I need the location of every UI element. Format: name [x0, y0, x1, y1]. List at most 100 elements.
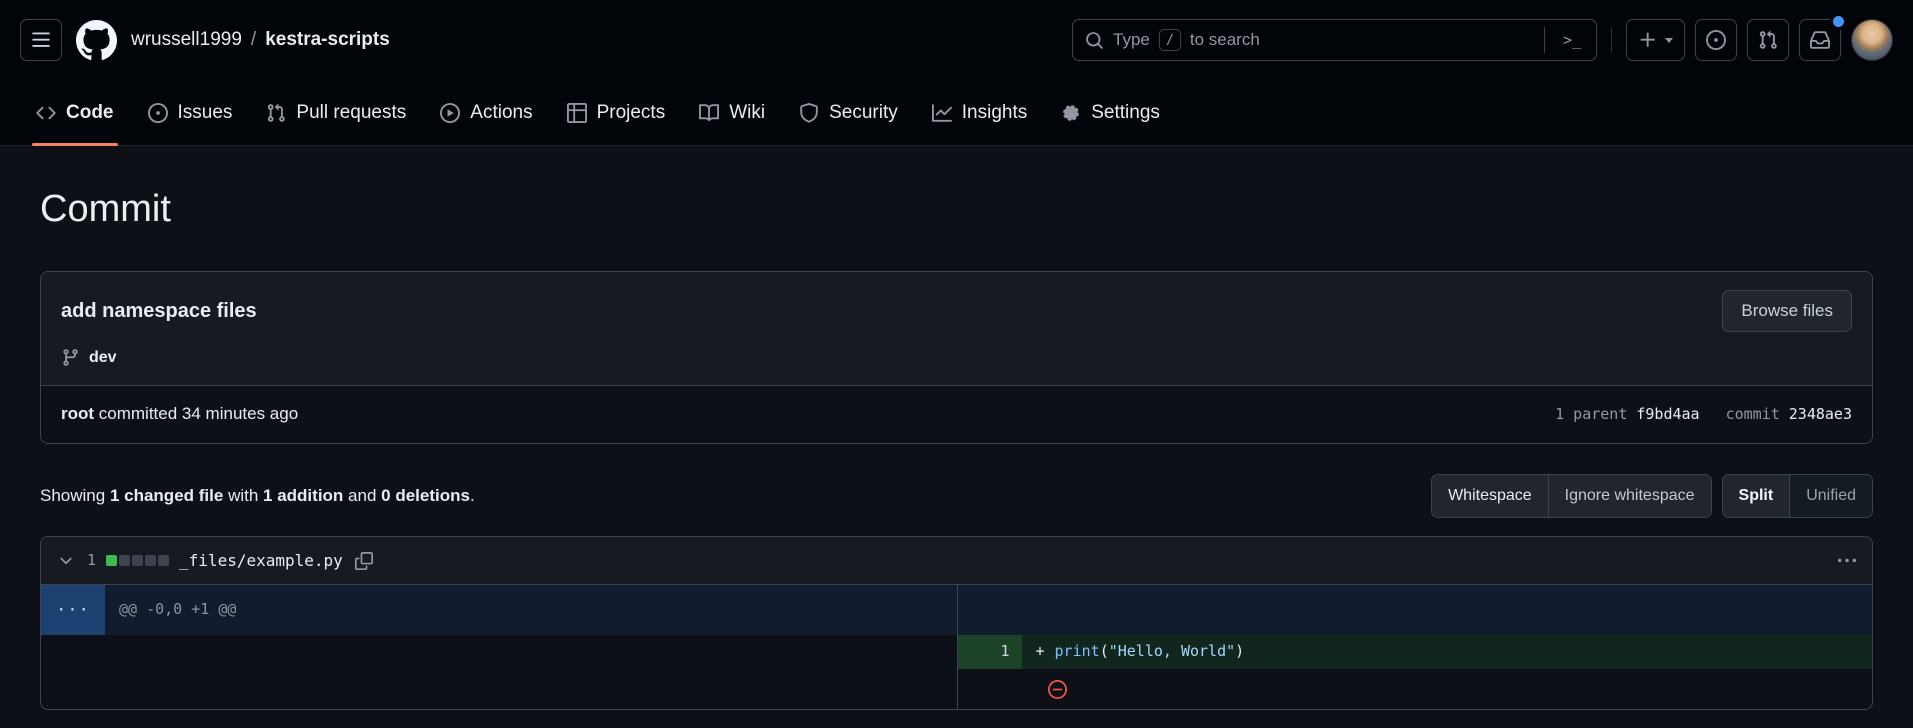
diff-view-controls: Whitespace Ignore whitespace Split Unifi… — [1431, 474, 1873, 518]
summary-changed-files: 1 changed file — [110, 486, 223, 505]
split-view-button[interactable]: Split — [1723, 475, 1790, 517]
settings-icon — [1061, 103, 1081, 123]
file-options-button[interactable] — [1836, 550, 1858, 572]
commit-box: add namespace files Browse files dev roo… — [40, 271, 1873, 444]
file-header: 1 _files/example.py — [41, 537, 1872, 585]
code-punct: ( — [1100, 641, 1109, 663]
changed-lines-count: 1 — [87, 550, 96, 572]
branch-link[interactable]: dev — [89, 346, 117, 369]
tab-label: Insights — [962, 99, 1027, 127]
summary-and: and — [348, 486, 376, 505]
commit-page: Commit add namespace files Browse files … — [0, 146, 1913, 710]
parent-sha-link[interactable]: f9bd4aa — [1636, 404, 1699, 426]
code-string: "Hello, World" — [1109, 641, 1235, 663]
security-icon — [799, 103, 819, 123]
commit-sha: 2348ae3 — [1789, 404, 1852, 426]
summary-additions: 1 addition — [263, 486, 343, 505]
summary-showing: Showing — [40, 486, 105, 505]
plus-icon — [1638, 30, 1658, 50]
diff-file-box: 1 _files/example.py ··· @@ -0,0 +1 @@ — [40, 536, 1873, 710]
tab-projects[interactable]: Projects — [555, 80, 678, 145]
hamburger-menu-button[interactable] — [20, 19, 62, 61]
unread-notifications-indicator — [1833, 16, 1844, 27]
diffstat — [106, 555, 169, 566]
diff-summary: Showing 1 changed file with 1 addition a… — [40, 484, 475, 509]
tab-insights[interactable]: Insights — [920, 80, 1039, 145]
diffstat-square — [158, 555, 169, 566]
branch-row: dev — [61, 346, 1852, 369]
expand-hunk-button[interactable]: ··· — [41, 585, 105, 635]
notifications-button[interactable] — [1799, 19, 1841, 61]
tab-label: Security — [829, 99, 898, 127]
unified-view-button[interactable]: Unified — [1789, 475, 1872, 517]
global-header: wrussell1999 / kestra-scripts Type / to … — [0, 0, 1913, 80]
user-avatar-button[interactable] — [1851, 19, 1893, 61]
copy-icon — [355, 552, 373, 570]
tab-issues[interactable]: Issues — [136, 80, 245, 145]
issues-dashboard-button[interactable] — [1695, 19, 1737, 61]
commit-meta: root committed 34 minutes ago 1 parent f… — [41, 385, 1872, 443]
kebab-icon — [1838, 552, 1856, 570]
create-new-button[interactable] — [1626, 19, 1685, 61]
tab-security[interactable]: Security — [787, 80, 910, 145]
caret-down-icon — [1665, 38, 1673, 43]
diffstat-square-addition — [106, 555, 117, 566]
commit-sha-info: 1 parent f9bd4aa commit 2348ae3 — [1555, 404, 1852, 426]
actions-icon — [440, 103, 460, 123]
slash-key-hint: / — [1159, 29, 1181, 51]
search-input[interactable]: Type / to search >_ — [1072, 19, 1597, 61]
summary-period: . — [470, 486, 475, 505]
tab-label: Wiki — [729, 99, 765, 127]
whitespace-button[interactable]: Whitespace — [1432, 475, 1548, 517]
parent-label: 1 parent — [1555, 404, 1627, 426]
added-code-line: +print("Hello, World") — [1022, 635, 1873, 669]
pull-requests-dashboard-button[interactable] — [1747, 19, 1789, 61]
hunk-header: @@ -0,0 +1 @@ — [105, 585, 957, 635]
split-diff: ··· @@ -0,0 +1 @@ 1 + print("Hello, World… — [41, 585, 1872, 709]
tab-actions[interactable]: Actions — [428, 80, 544, 145]
projects-icon — [567, 103, 587, 123]
breadcrumb-owner-link[interactable]: wrussell1999 — [131, 26, 242, 54]
line-number[interactable]: 1 — [958, 635, 1022, 669]
file-path-link[interactable]: _files/example.py — [179, 549, 343, 572]
inbox-icon — [1810, 30, 1830, 50]
summary-with: with — [228, 486, 258, 505]
hunk-row: ··· @@ -0,0 +1 @@ — [41, 585, 1872, 635]
whitespace-group: Whitespace Ignore whitespace — [1431, 474, 1711, 518]
tab-wiki[interactable]: Wiki — [687, 80, 777, 145]
code-icon — [36, 103, 56, 123]
breadcrumb-repo-link[interactable]: kestra-scripts — [265, 26, 390, 54]
tab-code[interactable]: Code — [24, 80, 126, 145]
tab-label: Issues — [178, 99, 233, 127]
tab-label: Code — [66, 99, 114, 127]
collapse-file-button[interactable] — [55, 550, 77, 572]
hamburger-menu-icon — [31, 30, 51, 50]
ignore-whitespace-button[interactable]: Ignore whitespace — [1548, 475, 1711, 517]
commit-author-line: root committed 34 minutes ago — [61, 402, 298, 427]
copy-path-button[interactable] — [353, 550, 375, 572]
commit-label: commit — [1726, 404, 1780, 426]
tab-label: Settings — [1091, 99, 1160, 127]
view-toggle-group: Split Unified — [1722, 474, 1873, 518]
avatar — [1852, 20, 1892, 60]
diffstat-square — [119, 555, 130, 566]
github-logo-icon — [76, 20, 117, 61]
wiki-icon — [699, 103, 719, 123]
github-logo[interactable] — [76, 20, 117, 61]
collapse-file-icon — [57, 552, 75, 570]
repo-nav: Code Issues Pull requests Actions Projec… — [0, 80, 1913, 146]
tab-label: Actions — [470, 99, 532, 127]
summary-deletions: 0 deletions — [381, 486, 470, 505]
addition-sign: + — [1036, 641, 1045, 663]
breadcrumb-separator: / — [251, 26, 256, 54]
command-palette-button[interactable]: >_ — [1554, 31, 1590, 49]
tab-pull-requests[interactable]: Pull requests — [254, 80, 418, 145]
issues-icon — [1706, 30, 1726, 50]
code-function: print — [1055, 641, 1100, 663]
tab-settings[interactable]: Settings — [1049, 80, 1172, 145]
search-icon — [1085, 31, 1104, 50]
added-line-row: 1 +print("Hello, World") — [41, 635, 1872, 669]
new-side: 1 +print("Hello, World") — [957, 635, 1873, 669]
diffstat-square — [132, 555, 143, 566]
browse-files-button[interactable]: Browse files — [1722, 290, 1852, 332]
